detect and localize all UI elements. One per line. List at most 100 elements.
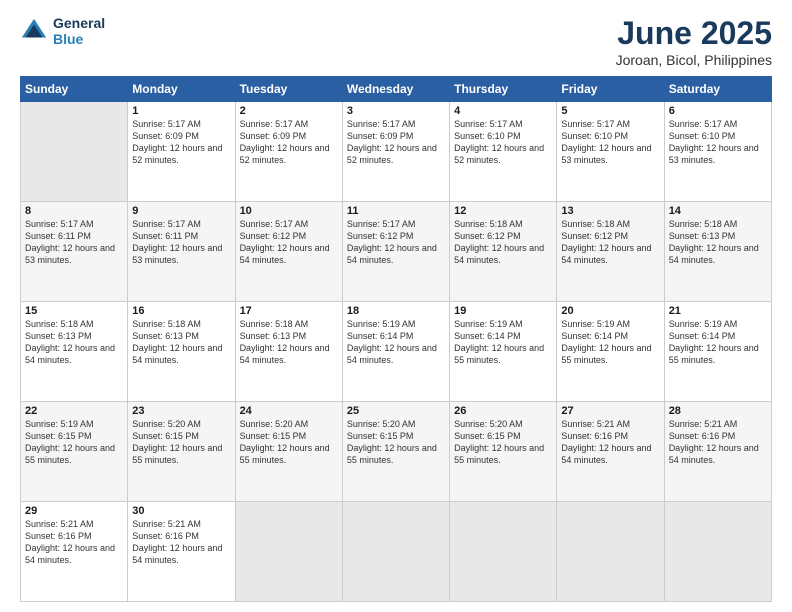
day-number: 11 (347, 205, 445, 217)
col-header-monday: Monday (128, 77, 235, 102)
cell-content: Sunrise: 5:19 AMSunset: 6:15 PMDaylight:… (25, 418, 123, 467)
calendar-cell-w4d2 (235, 502, 342, 602)
cell-content: Sunrise: 5:17 AMSunset: 6:10 PMDaylight:… (454, 118, 552, 167)
calendar-cell-w3d2: 24Sunrise: 5:20 AMSunset: 6:15 PMDayligh… (235, 402, 342, 502)
calendar-cell-w2d4: 19Sunrise: 5:19 AMSunset: 6:14 PMDayligh… (450, 302, 557, 402)
calendar-cell-w1d1: 9Sunrise: 5:17 AMSunset: 6:11 PMDaylight… (128, 202, 235, 302)
week-row-5: 29Sunrise: 5:21 AMSunset: 6:16 PMDayligh… (21, 502, 772, 602)
col-header-thursday: Thursday (450, 77, 557, 102)
cell-content: Sunrise: 5:19 AMSunset: 6:14 PMDaylight:… (347, 318, 445, 367)
calendar-cell-w2d0: 15Sunrise: 5:18 AMSunset: 6:13 PMDayligh… (21, 302, 128, 402)
day-number: 8 (25, 205, 123, 217)
cell-content: Sunrise: 5:21 AMSunset: 6:16 PMDaylight:… (561, 418, 659, 467)
calendar-cell-w0d3: 3Sunrise: 5:17 AMSunset: 6:09 PMDaylight… (342, 102, 449, 202)
cell-content: Sunrise: 5:18 AMSunset: 6:13 PMDaylight:… (669, 218, 767, 267)
cell-content: Sunrise: 5:19 AMSunset: 6:14 PMDaylight:… (561, 318, 659, 367)
day-number: 29 (25, 505, 123, 517)
calendar-cell-w0d0 (21, 102, 128, 202)
day-number: 14 (669, 205, 767, 217)
calendar-cell-w1d4: 12Sunrise: 5:18 AMSunset: 6:12 PMDayligh… (450, 202, 557, 302)
cell-content: Sunrise: 5:17 AMSunset: 6:11 PMDaylight:… (132, 218, 230, 267)
calendar-cell-w4d1: 30Sunrise: 5:21 AMSunset: 6:16 PMDayligh… (128, 502, 235, 602)
cell-content: Sunrise: 5:21 AMSunset: 6:16 PMDaylight:… (132, 518, 230, 567)
cell-content: Sunrise: 5:17 AMSunset: 6:09 PMDaylight:… (240, 118, 338, 167)
day-number: 27 (561, 405, 659, 417)
cell-content: Sunrise: 5:18 AMSunset: 6:13 PMDaylight:… (240, 318, 338, 367)
calendar-cell-w3d1: 23Sunrise: 5:20 AMSunset: 6:15 PMDayligh… (128, 402, 235, 502)
week-row-1: 1Sunrise: 5:17 AMSunset: 6:09 PMDaylight… (21, 102, 772, 202)
calendar-cell-w2d5: 20Sunrise: 5:19 AMSunset: 6:14 PMDayligh… (557, 302, 664, 402)
col-header-wednesday: Wednesday (342, 77, 449, 102)
day-number: 22 (25, 405, 123, 417)
calendar-cell-w3d5: 27Sunrise: 5:21 AMSunset: 6:16 PMDayligh… (557, 402, 664, 502)
cell-content: Sunrise: 5:20 AMSunset: 6:15 PMDaylight:… (132, 418, 230, 467)
calendar-cell-w1d3: 11Sunrise: 5:17 AMSunset: 6:12 PMDayligh… (342, 202, 449, 302)
day-number: 12 (454, 205, 552, 217)
day-number: 15 (25, 305, 123, 317)
calendar-cell-w1d0: 8Sunrise: 5:17 AMSunset: 6:11 PMDaylight… (21, 202, 128, 302)
logo-text: General Blue (53, 15, 105, 47)
calendar-cell-w2d6: 21Sunrise: 5:19 AMSunset: 6:14 PMDayligh… (664, 302, 771, 402)
calendar-cell-w1d5: 13Sunrise: 5:18 AMSunset: 6:12 PMDayligh… (557, 202, 664, 302)
calendar-cell-w4d5 (557, 502, 664, 602)
title-block: June 2025 Joroan, Bicol, Philippines (616, 15, 772, 68)
calendar-cell-w4d4 (450, 502, 557, 602)
day-number: 18 (347, 305, 445, 317)
calendar-table: SundayMondayTuesdayWednesdayThursdayFrid… (20, 76, 772, 602)
calendar-subtitle: Joroan, Bicol, Philippines (616, 52, 772, 68)
calendar-cell-w3d0: 22Sunrise: 5:19 AMSunset: 6:15 PMDayligh… (21, 402, 128, 502)
day-number: 9 (132, 205, 230, 217)
day-number: 20 (561, 305, 659, 317)
header: General Blue June 2025 Joroan, Bicol, Ph… (20, 15, 772, 68)
cell-content: Sunrise: 5:17 AMSunset: 6:12 PMDaylight:… (347, 218, 445, 267)
day-number: 21 (669, 305, 767, 317)
cell-content: Sunrise: 5:20 AMSunset: 6:15 PMDaylight:… (454, 418, 552, 467)
col-header-saturday: Saturday (664, 77, 771, 102)
day-number: 24 (240, 405, 338, 417)
logo: General Blue (20, 15, 105, 47)
calendar-cell-w1d2: 10Sunrise: 5:17 AMSunset: 6:12 PMDayligh… (235, 202, 342, 302)
cell-content: Sunrise: 5:20 AMSunset: 6:15 PMDaylight:… (240, 418, 338, 467)
cell-content: Sunrise: 5:17 AMSunset: 6:09 PMDaylight:… (132, 118, 230, 167)
day-number: 13 (561, 205, 659, 217)
day-number: 1 (132, 105, 230, 117)
cell-content: Sunrise: 5:17 AMSunset: 6:11 PMDaylight:… (25, 218, 123, 267)
calendar-cell-w3d3: 25Sunrise: 5:20 AMSunset: 6:15 PMDayligh… (342, 402, 449, 502)
col-header-friday: Friday (557, 77, 664, 102)
calendar-cell-w4d3 (342, 502, 449, 602)
page: General Blue June 2025 Joroan, Bicol, Ph… (0, 0, 792, 612)
calendar-cell-w2d3: 18Sunrise: 5:19 AMSunset: 6:14 PMDayligh… (342, 302, 449, 402)
cell-content: Sunrise: 5:18 AMSunset: 6:13 PMDaylight:… (25, 318, 123, 367)
day-number: 10 (240, 205, 338, 217)
day-number: 19 (454, 305, 552, 317)
calendar-cell-w0d2: 2Sunrise: 5:17 AMSunset: 6:09 PMDaylight… (235, 102, 342, 202)
day-number: 25 (347, 405, 445, 417)
cell-content: Sunrise: 5:21 AMSunset: 6:16 PMDaylight:… (669, 418, 767, 467)
calendar-header-row: SundayMondayTuesdayWednesdayThursdayFrid… (21, 77, 772, 102)
cell-content: Sunrise: 5:21 AMSunset: 6:16 PMDaylight:… (25, 518, 123, 567)
week-row-2: 8Sunrise: 5:17 AMSunset: 6:11 PMDaylight… (21, 202, 772, 302)
calendar-cell-w0d4: 4Sunrise: 5:17 AMSunset: 6:10 PMDaylight… (450, 102, 557, 202)
cell-content: Sunrise: 5:17 AMSunset: 6:12 PMDaylight:… (240, 218, 338, 267)
calendar-cell-w4d0: 29Sunrise: 5:21 AMSunset: 6:16 PMDayligh… (21, 502, 128, 602)
cell-content: Sunrise: 5:18 AMSunset: 6:13 PMDaylight:… (132, 318, 230, 367)
cell-content: Sunrise: 5:18 AMSunset: 6:12 PMDaylight:… (561, 218, 659, 267)
week-row-4: 22Sunrise: 5:19 AMSunset: 6:15 PMDayligh… (21, 402, 772, 502)
cell-content: Sunrise: 5:20 AMSunset: 6:15 PMDaylight:… (347, 418, 445, 467)
calendar-cell-w2d1: 16Sunrise: 5:18 AMSunset: 6:13 PMDayligh… (128, 302, 235, 402)
col-header-tuesday: Tuesday (235, 77, 342, 102)
calendar-cell-w4d6 (664, 502, 771, 602)
cell-content: Sunrise: 5:17 AMSunset: 6:10 PMDaylight:… (669, 118, 767, 167)
calendar-cell-w0d6: 6Sunrise: 5:17 AMSunset: 6:10 PMDaylight… (664, 102, 771, 202)
day-number: 23 (132, 405, 230, 417)
day-number: 17 (240, 305, 338, 317)
calendar-cell-w2d2: 17Sunrise: 5:18 AMSunset: 6:13 PMDayligh… (235, 302, 342, 402)
day-number: 6 (669, 105, 767, 117)
day-number: 5 (561, 105, 659, 117)
calendar-title: June 2025 (616, 15, 772, 52)
calendar-cell-w0d5: 5Sunrise: 5:17 AMSunset: 6:10 PMDaylight… (557, 102, 664, 202)
day-number: 26 (454, 405, 552, 417)
cell-content: Sunrise: 5:19 AMSunset: 6:14 PMDaylight:… (454, 318, 552, 367)
calendar-cell-w0d1: 1Sunrise: 5:17 AMSunset: 6:09 PMDaylight… (128, 102, 235, 202)
cell-content: Sunrise: 5:18 AMSunset: 6:12 PMDaylight:… (454, 218, 552, 267)
